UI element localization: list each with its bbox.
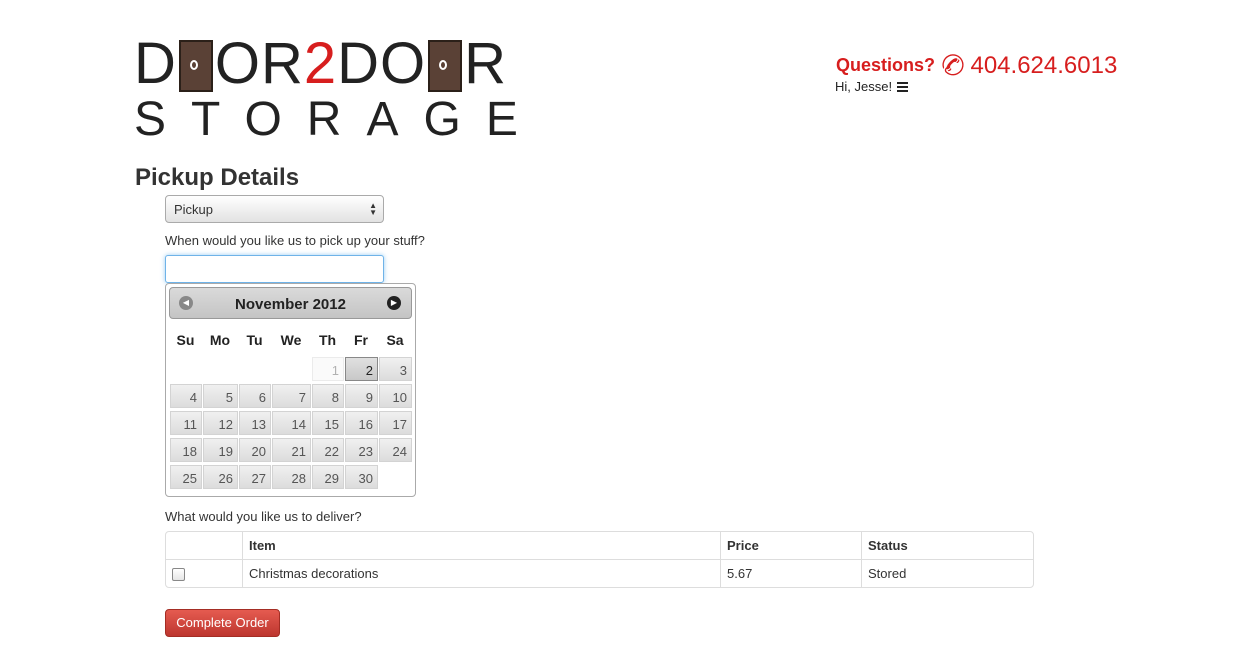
calendar-day[interactable]: 10 [379, 384, 412, 408]
calendar-day[interactable]: 14 [272, 411, 311, 435]
table-header-row: Item Price Status [166, 532, 1033, 559]
pickup-question-label: When would you like us to pick up your s… [165, 233, 425, 248]
datepicker-month-year: November 2012 [235, 296, 346, 313]
item-checkbox[interactable] [172, 568, 185, 582]
pickup-date-input[interactable] [165, 255, 384, 283]
logo-wordmark[interactable]: D OR 2 DO R [134, 31, 508, 96]
calendar-day[interactable]: 2 [345, 357, 378, 381]
contact-info: Questions? ✆ 404.624.6013 [836, 46, 1117, 85]
calendar-day[interactable]: 23 [345, 438, 378, 462]
table-row: Christmas decorations 5.67 Stored [166, 559, 1033, 588]
next-month-icon[interactable]: ▶ [387, 296, 401, 310]
deliver-question-label: What would you like us to deliver? [165, 509, 362, 524]
door-icon [428, 40, 463, 92]
calendar-day[interactable]: 3 [379, 357, 412, 381]
weekday-header: Sa [386, 332, 404, 348]
item-price: 5.67 [720, 559, 861, 588]
column-header-select [166, 532, 242, 559]
column-header-item: Item [242, 532, 720, 559]
select-arrows-icon: ▲ ▼ [369, 201, 377, 217]
calendar-day[interactable]: 7 [272, 384, 311, 408]
logo-letter: R [464, 31, 508, 96]
select-value: Pickup [174, 202, 214, 217]
logo-subtitle: STORAGE [134, 93, 543, 146]
delivery-items-table: Item Price Status Christmas decorations … [165, 531, 1034, 589]
calendar-day[interactable]: 13 [239, 411, 271, 435]
page-title: Pickup Details [135, 164, 300, 191]
calendar-day[interactable]: 27 [239, 465, 271, 489]
calendar-day[interactable]: 9 [345, 384, 378, 408]
calendar-day[interactable]: 12 [203, 411, 238, 435]
calendar-day[interactable]: 19 [203, 438, 238, 462]
item-name: Christmas decorations [242, 559, 720, 588]
list-menu-icon[interactable] [897, 81, 909, 92]
calendar-day[interactable]: 22 [312, 438, 344, 462]
calendar-day[interactable]: 18 [170, 438, 202, 462]
weekday-header: We [280, 332, 302, 348]
calendar-day[interactable]: 30 [345, 465, 378, 489]
door-icon [178, 40, 213, 92]
weekday-header: Th [318, 332, 337, 348]
calendar-day[interactable]: 8 [312, 384, 344, 408]
logo-letters: DO [337, 31, 427, 96]
phone-icon: ✆ [936, 46, 970, 85]
calendar-day[interactable]: 20 [239, 438, 271, 462]
calendar-day[interactable]: 5 [203, 384, 238, 408]
calendar-day[interactable]: 16 [345, 411, 378, 435]
phone-number[interactable]: 404.624.6013 [970, 52, 1117, 80]
logo-letters: OR [214, 31, 304, 96]
calendar-day[interactable]: 21 [272, 438, 311, 462]
questions-label: Questions? [836, 55, 936, 75]
complete-order-button[interactable]: Complete Order [165, 609, 280, 637]
calendar-day[interactable]: 6 [239, 384, 271, 408]
logo-number: 2 [303, 31, 338, 96]
calendar-day[interactable]: 25 [170, 465, 202, 489]
order-type-select[interactable]: Pickup ▲ ▼ [165, 195, 384, 223]
weekday-header: Tu [246, 332, 263, 348]
column-header-status: Status [861, 532, 1033, 559]
row-select-cell [166, 559, 242, 587]
weekday-header: Fr [354, 332, 368, 348]
item-status: Stored [861, 559, 1033, 588]
calendar-day[interactable]: 4 [170, 384, 202, 408]
weekday-header: Su [176, 332, 195, 348]
weekday-header: Mo [209, 332, 231, 348]
column-header-price: Price [720, 532, 861, 559]
calendar-day[interactable]: 11 [170, 411, 202, 435]
calendar-day[interactable]: 17 [379, 411, 412, 435]
calendar-day[interactable]: 15 [312, 411, 344, 435]
datepicker: ◀ November 2012 ▶ Su Mo Tu We Th Fr Sa 1 2 3 4 5 6 7 8… [165, 283, 416, 497]
calendar-day[interactable]: 29 [312, 465, 344, 489]
calendar-day[interactable]: 26 [203, 465, 238, 489]
greeting-text: Hi, Jesse! [835, 79, 893, 94]
calendar-day[interactable]: 24 [379, 438, 412, 462]
calendar-day[interactable]: 28 [272, 465, 311, 489]
user-greeting[interactable]: Hi, Jesse! [835, 79, 909, 94]
calendar-day: 1 [312, 357, 344, 381]
datepicker-header: ◀ November 2012 ▶ [169, 287, 412, 319]
logo-letter: D [134, 31, 177, 96]
